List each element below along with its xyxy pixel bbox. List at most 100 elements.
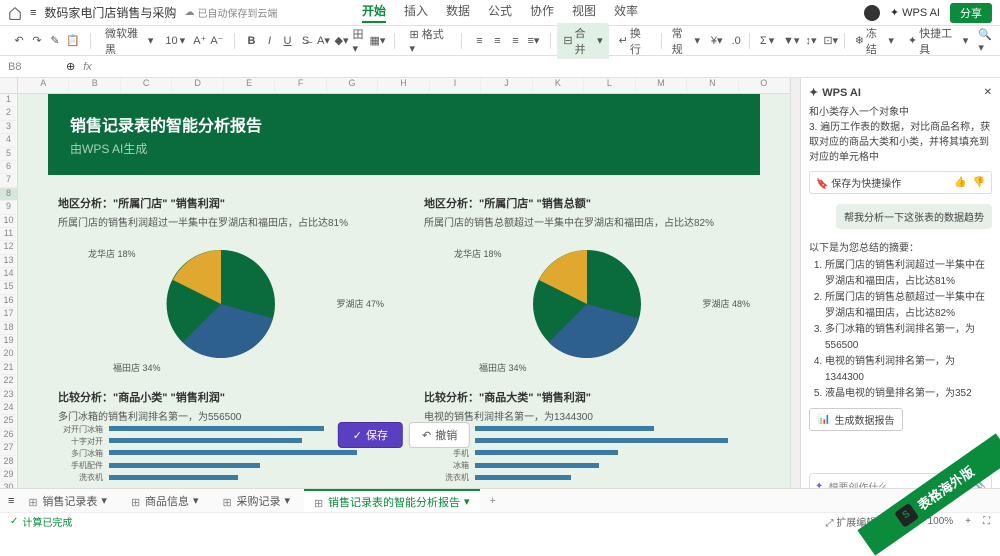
- row-header[interactable]: 23: [0, 389, 17, 402]
- row-header[interactable]: 2: [0, 107, 17, 120]
- fill-color-icon[interactable]: ◆▾: [334, 34, 348, 48]
- save-button[interactable]: ✓ 保存: [338, 422, 403, 448]
- row-header[interactable]: 11: [0, 228, 17, 241]
- number-format-select[interactable]: 常规▾: [668, 23, 704, 59]
- menu-tab-collab[interactable]: 协作: [530, 2, 554, 23]
- home-icon[interactable]: [8, 6, 22, 20]
- border-icon[interactable]: 田▾: [352, 34, 366, 48]
- currency-icon[interactable]: ¥▾: [710, 34, 723, 48]
- generate-report-button[interactable]: 📊 生成数据报告: [809, 408, 903, 431]
- formula-input[interactable]: [100, 61, 992, 73]
- undo-icon[interactable]: ↶: [12, 34, 26, 48]
- merge-button[interactable]: ⊟ 合并▾: [557, 23, 608, 59]
- sum-button[interactable]: Σ▾: [756, 32, 778, 49]
- format-button[interactable]: ⊞ 格式▾: [405, 24, 451, 57]
- search-icon[interactable]: 🔍▾: [978, 34, 992, 48]
- fx-icon[interactable]: fx: [83, 61, 92, 73]
- column-header[interactable]: K: [533, 78, 584, 93]
- row-header[interactable]: 4: [0, 134, 17, 147]
- row-header[interactable]: 15: [0, 281, 17, 294]
- wrap-button[interactable]: ↵ 换行: [615, 23, 655, 59]
- find-icon[interactable]: ⊡▾: [824, 34, 838, 48]
- row-header[interactable]: 12: [0, 241, 17, 254]
- row-header[interactable]: 1: [0, 94, 17, 107]
- row-header[interactable]: 22: [0, 375, 17, 388]
- row-header[interactable]: 10: [0, 215, 17, 228]
- sheet-list-icon[interactable]: ≡: [8, 495, 14, 507]
- row-header[interactable]: 20: [0, 348, 17, 361]
- column-header[interactable]: F: [275, 78, 326, 93]
- thumbs-up-icon[interactable]: 👍: [954, 177, 966, 188]
- row-header[interactable]: 9: [0, 201, 17, 214]
- font-name-select[interactable]: 微软雅黑 ▾: [101, 23, 157, 59]
- column-header[interactable]: O: [739, 78, 790, 93]
- bold-icon[interactable]: B: [244, 34, 258, 48]
- row-header[interactable]: 28: [0, 456, 17, 469]
- row-header[interactable]: 14: [0, 268, 17, 281]
- sort-icon[interactable]: ↕▾: [804, 34, 817, 48]
- column-header[interactable]: C: [121, 78, 172, 93]
- column-header[interactable]: M: [636, 78, 687, 93]
- paste-icon[interactable]: 📋: [66, 34, 80, 48]
- menu-tab-data[interactable]: 数据: [446, 2, 470, 23]
- menu-tab-insert[interactable]: 插入: [404, 2, 428, 23]
- menu-tab-efficiency[interactable]: 效率: [614, 2, 638, 23]
- valign-icon[interactable]: ≡▾: [526, 34, 540, 48]
- row-header[interactable]: 29: [0, 469, 17, 482]
- row-header[interactable]: 5: [0, 148, 17, 161]
- add-sheet-button[interactable]: +: [484, 495, 502, 507]
- row-header[interactable]: 8: [0, 188, 17, 201]
- font-increase-icon[interactable]: A⁺: [193, 34, 206, 48]
- sheet-tab[interactable]: ⊞采购记录 ▾: [212, 490, 300, 512]
- column-header[interactable]: A: [18, 78, 69, 93]
- align-right-icon[interactable]: ≡: [508, 34, 522, 48]
- thumbs-down-icon[interactable]: 👎: [973, 177, 985, 188]
- column-header[interactable]: J: [481, 78, 532, 93]
- column-header[interactable]: I: [430, 78, 481, 93]
- revert-button[interactable]: ↶ 撤销: [409, 422, 470, 448]
- sheet-tab-active[interactable]: ⊞销售记录表的智能分析报告 ▾: [304, 489, 480, 513]
- wps-ai-button[interactable]: ✦ WPS AI: [890, 6, 940, 19]
- vertical-scrollbar[interactable]: [790, 78, 800, 508]
- column-header[interactable]: E: [224, 78, 275, 93]
- row-header[interactable]: 24: [0, 402, 17, 415]
- fx-expand-icon[interactable]: ⊕: [66, 60, 75, 73]
- menu-tab-formula[interactable]: 公式: [488, 2, 512, 23]
- column-header[interactable]: H: [378, 78, 429, 93]
- row-header[interactable]: 26: [0, 429, 17, 442]
- column-header[interactable]: L: [584, 78, 635, 93]
- row-header[interactable]: 19: [0, 335, 17, 348]
- save-quick-op-button[interactable]: 🔖 保存为快捷操作 👍👎: [809, 171, 992, 194]
- row-header[interactable]: 3: [0, 121, 17, 134]
- menu-icon[interactable]: ≡: [30, 7, 36, 19]
- column-header[interactable]: N: [687, 78, 738, 93]
- column-header[interactable]: B: [69, 78, 120, 93]
- row-header[interactable]: 25: [0, 415, 17, 428]
- column-header[interactable]: D: [172, 78, 223, 93]
- freeze-button[interactable]: ❄ 冻结▾: [851, 23, 898, 59]
- menu-tab-start[interactable]: 开始: [362, 2, 386, 23]
- align-center-icon[interactable]: ≡: [490, 34, 504, 48]
- cell-style-icon[interactable]: ▦▾: [370, 34, 384, 48]
- row-header[interactable]: 18: [0, 322, 17, 335]
- menu-tab-view[interactable]: 视图: [572, 2, 596, 23]
- decimal-inc-icon[interactable]: .0: [729, 34, 742, 48]
- font-decrease-icon[interactable]: A⁻: [210, 34, 223, 48]
- column-header[interactable]: G: [327, 78, 378, 93]
- row-header[interactable]: 16: [0, 295, 17, 308]
- font-color-icon[interactable]: A▾: [316, 34, 330, 48]
- redo-icon[interactable]: ↷: [30, 34, 44, 48]
- sheet-tab[interactable]: ⊞商品信息 ▾: [121, 490, 209, 512]
- italic-icon[interactable]: I: [262, 34, 276, 48]
- zoom-level[interactable]: 100%: [928, 516, 954, 527]
- row-header[interactable]: 13: [0, 255, 17, 268]
- share-button[interactable]: 分享: [950, 3, 992, 23]
- quick-tools-button[interactable]: ✦ 快捷工具▾: [904, 23, 972, 59]
- close-icon[interactable]: ✕: [984, 87, 992, 98]
- row-header[interactable]: 17: [0, 308, 17, 321]
- row-header[interactable]: 21: [0, 362, 17, 375]
- row-header[interactable]: 6: [0, 161, 17, 174]
- cell-reference[interactable]: B8: [8, 61, 58, 73]
- zoom-in-icon[interactable]: +: [965, 516, 971, 527]
- align-left-icon[interactable]: ≡: [472, 34, 486, 48]
